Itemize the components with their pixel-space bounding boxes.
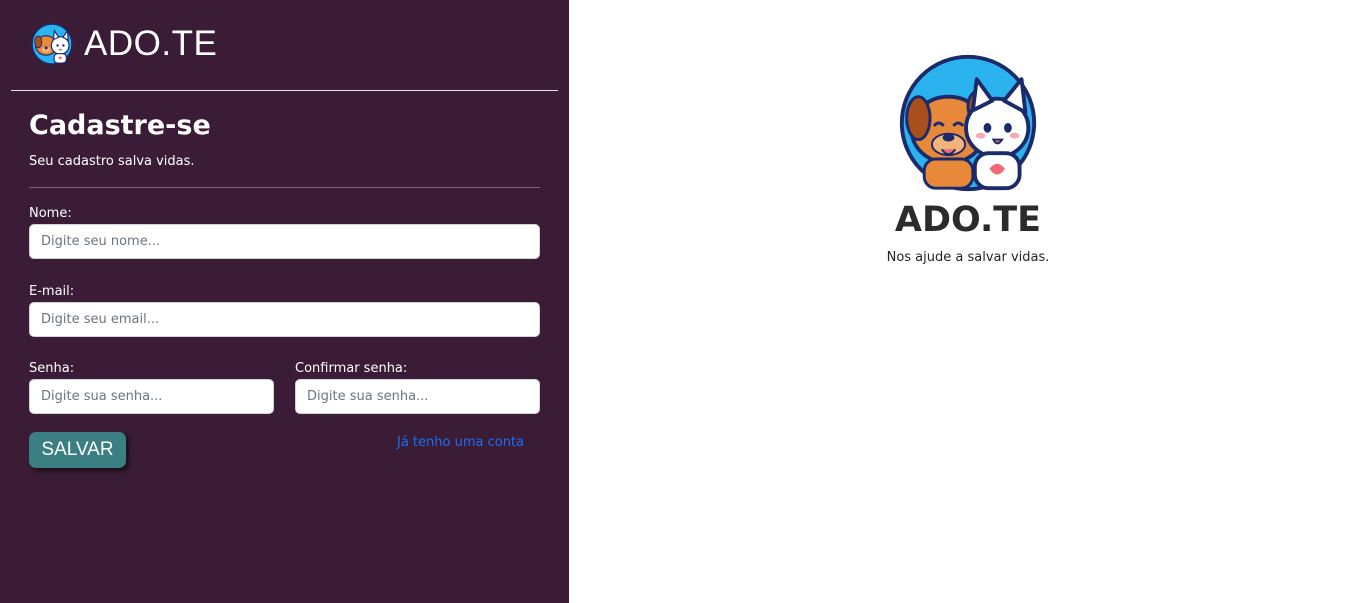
login-link[interactable]: Já tenho uma conta [397,435,524,450]
brand-name: ADO.TE [84,24,218,63]
brand: ADO.TE [30,22,217,66]
hero-subtitle: Nos ajude a salvar vidas. [886,250,1050,265]
hero-title: ADO.TE [894,200,1042,240]
dog-cat-logo-icon [31,23,73,65]
signup-panel: ADO.TE Cadastre-se Seu cadastro salva vi… [0,0,569,603]
email-input[interactable] [29,302,540,337]
form-title: Cadastre-se [29,110,211,141]
form-divider [29,187,540,188]
password-input[interactable] [29,379,274,414]
confirm-password-input[interactable] [295,379,540,414]
name-label: Nome: [29,206,72,221]
confirm-password-label: Confirmar senha: [295,361,408,376]
form-subtitle: Seu cadastro salva vidas. [29,154,195,169]
email-label: E-mail: [29,284,75,299]
name-input[interactable] [29,224,540,259]
save-button[interactable]: SALVAR [29,432,126,468]
header-divider [11,90,558,91]
password-label: Senha: [29,361,75,376]
hero: ADO.TE Nos ajude a salvar vidas. [815,0,1121,603]
dog-cat-logo-icon [899,54,1037,192]
